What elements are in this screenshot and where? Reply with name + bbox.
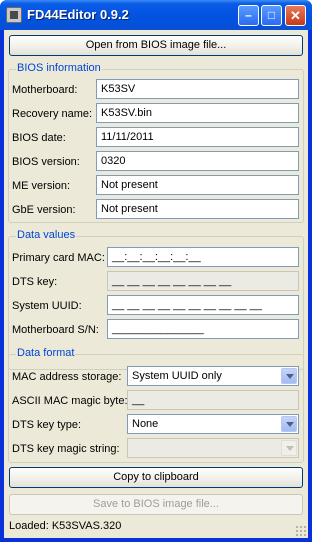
copy-to-clipboard-button[interactable]: Copy to clipboard	[9, 467, 303, 488]
bios-date-label: BIOS date:	[12, 132, 66, 144]
system-uuid-field[interactable]: __ __ __ __ __ __ __ __ __ __	[107, 295, 299, 315]
motherboard-label: Motherboard:	[12, 84, 78, 96]
maximize-button[interactable]: □	[261, 5, 282, 26]
title-bar[interactable]: FD44Editor 0.9.2 – □ ✕	[0, 0, 312, 30]
chevron-down-icon[interactable]	[281, 416, 297, 432]
ascii-mac-magic-label: ASCII MAC magic byte:	[12, 395, 128, 407]
dts-magic-select[interactable]	[127, 438, 299, 458]
dts-key-label: DTS key:	[12, 276, 58, 288]
save-bios-button[interactable]: Save to BIOS image file...	[9, 494, 303, 515]
primary-mac-field[interactable]: __:__:__:__:__:__	[107, 247, 299, 267]
gbe-version-field[interactable]: Not present	[96, 199, 299, 219]
close-button[interactable]: ✕	[285, 5, 306, 26]
app-window: FD44Editor 0.9.2 – □ ✕ Open from BIOS im…	[0, 0, 312, 542]
bios-version-label: BIOS version:	[12, 156, 80, 168]
dts-key-type-value: None	[132, 418, 159, 430]
system-uuid-label: System UUID:	[12, 300, 82, 312]
primary-mac-label: Primary card MAC:	[12, 252, 105, 264]
app-icon	[6, 7, 22, 23]
data-values-title: Data values	[16, 229, 77, 241]
window-client-area: Open from BIOS image file... BIOS inform…	[4, 30, 308, 538]
bios-version-field[interactable]: 0320	[96, 151, 299, 171]
dts-key-type-select[interactable]: None	[127, 414, 299, 434]
dts-key-field[interactable]: __ __ __ __ __ __ __ __	[107, 271, 299, 291]
gbe-version-label: GbE version:	[12, 204, 76, 216]
data-format-group: Data format MAC address storage: System …	[8, 347, 304, 463]
motherboard-sn-field[interactable]: _______________	[107, 319, 299, 339]
recovery-name-field[interactable]: K53SV.bin	[96, 103, 299, 123]
motherboard-sn-label: Motherboard S/N:	[12, 324, 99, 336]
me-version-label: ME version:	[12, 180, 71, 192]
bios-date-field[interactable]: 11/11/2011	[96, 127, 299, 147]
resize-grip-icon[interactable]	[295, 525, 306, 536]
minimize-button[interactable]: –	[238, 5, 259, 26]
window-title: FD44Editor 0.9.2	[27, 7, 129, 22]
me-version-field[interactable]: Not present	[96, 175, 299, 195]
mac-storage-select[interactable]: System UUID only	[127, 366, 299, 386]
data-format-title: Data format	[16, 347, 76, 359]
mac-storage-label: MAC address storage:	[12, 371, 122, 383]
dts-magic-label: DTS key magic string:	[12, 443, 120, 455]
dts-key-type-label: DTS key type:	[12, 419, 82, 431]
status-text: Loaded: K53SVAS.320	[9, 520, 122, 532]
mac-storage-value: System UUID only	[132, 370, 222, 382]
chevron-down-icon[interactable]	[281, 440, 297, 456]
motherboard-field[interactable]: K53SV	[96, 79, 299, 99]
recovery-name-label: Recovery name:	[12, 108, 93, 120]
chevron-down-icon[interactable]	[281, 368, 297, 384]
bios-information-title: BIOS information	[16, 62, 102, 74]
bios-information-group: BIOS information Motherboard: K53SV Reco…	[8, 62, 304, 223]
ascii-mac-magic-field[interactable]: __	[127, 390, 299, 410]
open-bios-button[interactable]: Open from BIOS image file...	[9, 35, 303, 56]
